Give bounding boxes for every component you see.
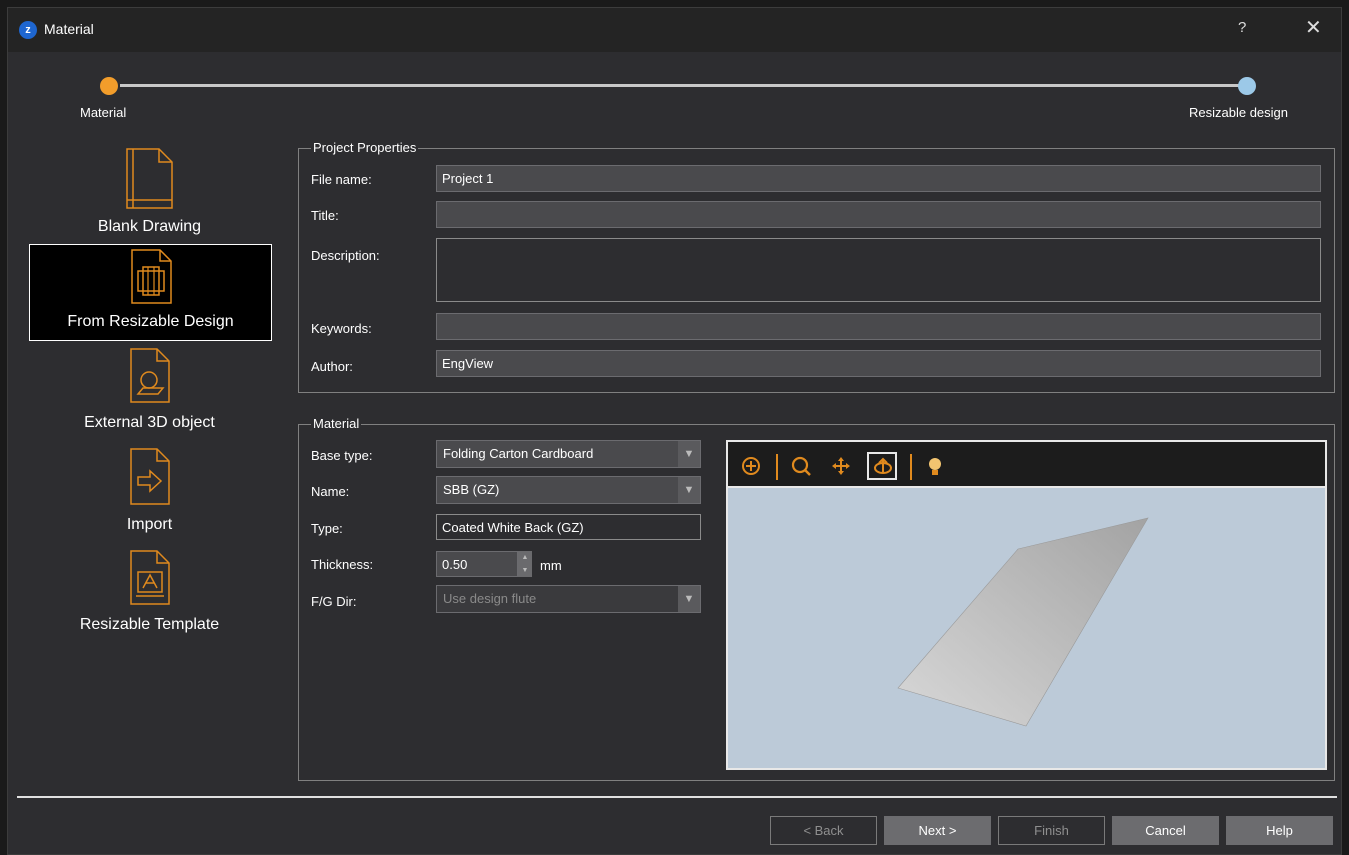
wizard-step-material-label: Material bbox=[80, 105, 127, 120]
base-type-label: Base type: bbox=[311, 448, 373, 463]
import-option[interactable]: Import bbox=[28, 448, 271, 543]
help-title-button[interactable]: ? bbox=[1238, 19, 1246, 36]
light-icon[interactable] bbox=[924, 455, 946, 477]
type-label: Type: bbox=[311, 521, 343, 536]
file-name-label: File name: bbox=[311, 172, 372, 187]
wizard-progress: Material Resizable design bbox=[8, 52, 1341, 120]
resizable-template-icon bbox=[129, 550, 170, 605]
wizard-progress-line bbox=[120, 84, 1240, 87]
spin-up-icon[interactable]: ▲ bbox=[518, 551, 532, 564]
resizable-template-option[interactable]: Resizable Template bbox=[28, 550, 271, 645]
file-name-field[interactable] bbox=[436, 165, 1321, 192]
viewer-viewport[interactable] bbox=[728, 488, 1325, 768]
blank-drawing-icon bbox=[125, 148, 173, 209]
finish-button[interactable]: Finish bbox=[998, 816, 1105, 845]
description-field[interactable] bbox=[436, 238, 1321, 302]
blank-drawing-label: Blank Drawing bbox=[97, 218, 202, 235]
project-properties-title: Project Properties bbox=[311, 140, 419, 155]
base-type-select[interactable]: Folding Carton Cardboard ▼ bbox=[436, 440, 701, 468]
import-label: Import bbox=[126, 516, 173, 533]
resizable-design-label: From Resizable Design bbox=[67, 313, 234, 330]
external-3d-icon bbox=[129, 348, 170, 403]
chevron-down-icon: ▼ bbox=[678, 586, 700, 612]
chevron-down-icon: ▼ bbox=[678, 477, 700, 503]
material-sheet-preview bbox=[897, 517, 1149, 727]
help-button-label: Help bbox=[1266, 823, 1293, 838]
type-field[interactable] bbox=[436, 514, 701, 540]
rotate-button[interactable] bbox=[867, 452, 897, 480]
viewer-toolbar bbox=[728, 442, 1325, 488]
author-field[interactable] bbox=[436, 350, 1321, 377]
thickness-field[interactable] bbox=[436, 551, 518, 577]
zoom-window-icon[interactable] bbox=[740, 455, 762, 477]
keywords-field[interactable] bbox=[436, 313, 1321, 340]
next-button-label: Next > bbox=[918, 823, 957, 838]
wizard-step-resizable-dot bbox=[1238, 77, 1256, 95]
external-3d-option[interactable]: External 3D object bbox=[28, 348, 271, 443]
keywords-label: Keywords: bbox=[311, 321, 372, 336]
name-label: Name: bbox=[311, 484, 350, 499]
title-field[interactable] bbox=[436, 201, 1321, 228]
external-3d-label: External 3D object bbox=[84, 414, 215, 431]
base-type-value: Folding Carton Cardboard bbox=[443, 446, 594, 461]
chevron-down-icon: ▼ bbox=[678, 441, 700, 467]
help-button[interactable]: Help bbox=[1226, 816, 1333, 845]
finish-button-label: Finish bbox=[1034, 823, 1069, 838]
fg-dir-select[interactable]: Use design flute ▼ bbox=[436, 585, 701, 613]
next-button[interactable]: Next > bbox=[884, 816, 991, 845]
wizard-step-resizable-label: Resizable design bbox=[1189, 105, 1289, 120]
back-button-label: < Back bbox=[803, 823, 844, 838]
bottom-separator bbox=[17, 796, 1337, 798]
cancel-button-label: Cancel bbox=[1145, 823, 1186, 838]
cancel-button[interactable]: Cancel bbox=[1112, 816, 1219, 845]
title-label: Title: bbox=[311, 208, 339, 223]
rotate-icon bbox=[874, 457, 892, 474]
spin-down-icon[interactable]: ▼ bbox=[518, 564, 532, 577]
material-name-select[interactable]: SBB (GZ) ▼ bbox=[436, 476, 701, 504]
resizable-design-option[interactable]: From Resizable Design bbox=[29, 244, 272, 341]
back-button[interactable]: < Back bbox=[770, 816, 877, 845]
blank-drawing-option[interactable]: Blank Drawing bbox=[28, 148, 271, 243]
material-dialog: z Material ? ✕ Material Resizable design… bbox=[7, 7, 1342, 855]
material-title: Material bbox=[311, 416, 362, 431]
window-title: Material bbox=[44, 21, 94, 37]
resizable-template-label: Resizable Template bbox=[79, 616, 220, 633]
toolbar-separator bbox=[776, 454, 778, 480]
toolbar-separator bbox=[910, 454, 912, 480]
material-3d-viewer[interactable] bbox=[726, 440, 1327, 770]
thickness-label: Thickness: bbox=[311, 557, 374, 572]
zoom-icon[interactable] bbox=[790, 455, 812, 477]
thickness-unit: mm bbox=[540, 558, 562, 573]
description-label: Description: bbox=[311, 248, 380, 263]
title-bar: z Material ? ✕ bbox=[8, 8, 1341, 52]
app-logo-icon: z bbox=[19, 21, 37, 39]
fg-dir-value: Use design flute bbox=[443, 591, 537, 606]
pan-icon[interactable] bbox=[830, 455, 852, 477]
author-label: Author: bbox=[311, 359, 353, 374]
fg-dir-label: F/G Dir: bbox=[311, 594, 357, 609]
material-name-value: SBB (GZ) bbox=[443, 482, 500, 497]
close-button[interactable]: ✕ bbox=[1305, 15, 1322, 40]
resizable-design-icon bbox=[130, 249, 172, 304]
wizard-step-material-dot bbox=[100, 77, 118, 95]
thickness-spinner[interactable]: ▲ ▼ bbox=[518, 551, 532, 577]
import-icon bbox=[129, 448, 170, 505]
